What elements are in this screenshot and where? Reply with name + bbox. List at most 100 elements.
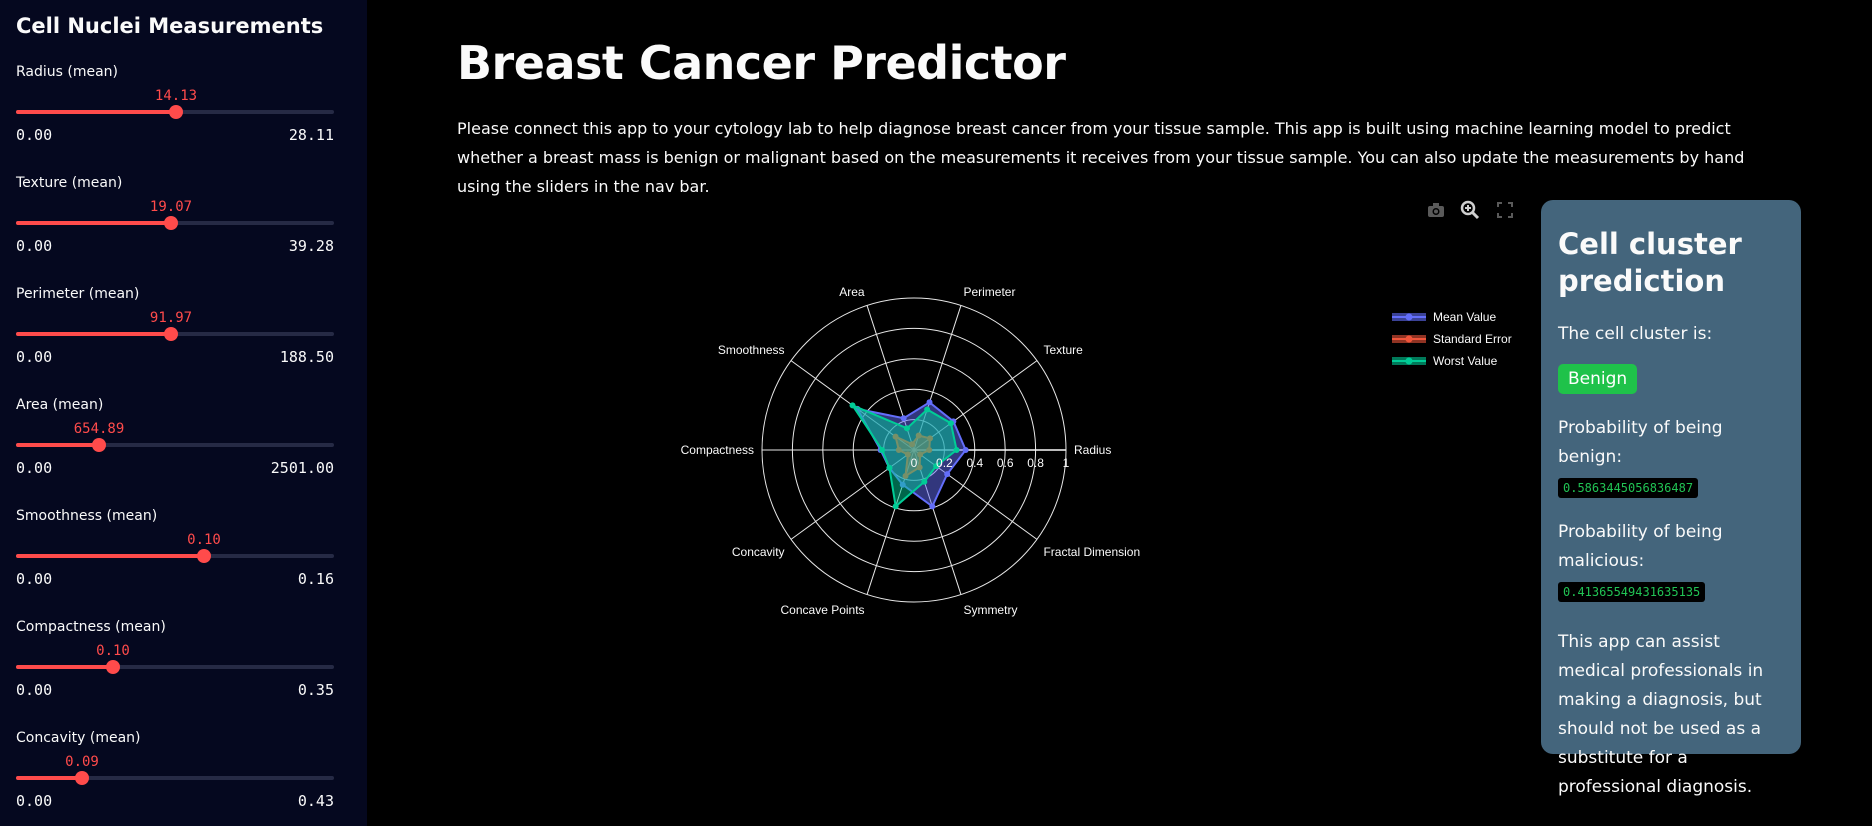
slider-fill bbox=[16, 110, 176, 114]
slider-radius[interactable]: Radius (mean) 14.13 0.00 28.11 bbox=[16, 64, 334, 164]
slider-perimeter[interactable]: Perimeter (mean) 91.97 0.00 188.50 bbox=[16, 286, 334, 386]
slider-fill bbox=[16, 332, 171, 336]
legend-label: Worst Value bbox=[1433, 354, 1498, 368]
slider-track[interactable] bbox=[16, 554, 334, 558]
page-title: Breast Cancer Predictor bbox=[457, 36, 1066, 90]
cluster-result-badge: Benign bbox=[1558, 364, 1638, 394]
slider-min: 0.00 bbox=[16, 348, 53, 366]
radial-tick-label: 0 bbox=[911, 456, 918, 470]
legend-label: Standard Error bbox=[1433, 332, 1512, 346]
radial-tick-label: 1 bbox=[1063, 456, 1070, 470]
slider-label: Texture (mean) bbox=[16, 175, 123, 191]
slider-max: 39.28 bbox=[288, 237, 334, 255]
slider-compactness[interactable]: Compactness (mean) 0.10 0.00 0.35 bbox=[16, 619, 334, 719]
category-label: Texture bbox=[1043, 343, 1083, 357]
slider-track[interactable] bbox=[16, 776, 334, 780]
legend-marker bbox=[1405, 313, 1413, 321]
sidebar: Cell Nuclei Measurements Radius (mean) 14… bbox=[0, 0, 367, 826]
category-label: Concave Points bbox=[781, 603, 865, 617]
slider-thumb[interactable] bbox=[169, 105, 183, 119]
series-point-0-9 bbox=[944, 471, 951, 478]
slider-min: 0.00 bbox=[16, 570, 53, 588]
slider-value: 19.07 bbox=[149, 199, 193, 215]
legend-label: Mean Value bbox=[1433, 310, 1496, 324]
slider-label: Area (mean) bbox=[16, 397, 104, 413]
series-point-2-5 bbox=[879, 447, 886, 453]
series-point-2-2 bbox=[924, 406, 931, 413]
series-point-2-3 bbox=[903, 425, 910, 432]
slider-thumb[interactable] bbox=[164, 216, 178, 230]
slider-max: 28.11 bbox=[288, 126, 334, 144]
category-label: Smoothness bbox=[718, 343, 785, 357]
series-point-0-2 bbox=[926, 399, 933, 406]
category-label: Area bbox=[839, 285, 865, 299]
series-point-2-0 bbox=[953, 447, 960, 453]
slider-label: Compactness (mean) bbox=[16, 619, 166, 635]
disclaimer-text: This app can assist medical professional… bbox=[1558, 632, 1764, 797]
slider-min: 0.00 bbox=[16, 126, 53, 144]
slider-max: 2501.00 bbox=[270, 459, 334, 477]
slider-label: Radius (mean) bbox=[16, 64, 119, 80]
slider-label: Perimeter (mean) bbox=[16, 286, 140, 302]
benign-probability-value: 0.5863445056836487 bbox=[1558, 478, 1699, 498]
category-label: Symmetry bbox=[963, 603, 1017, 617]
malicious-probability-label: Probability of being malicious: bbox=[1558, 522, 1723, 571]
malicious-probability-value: 0.41365549431635135 bbox=[1558, 582, 1706, 602]
radial-tick-label: 0.8 bbox=[1027, 456, 1044, 470]
radial-tick-label: 0.2 bbox=[936, 456, 953, 470]
slider-max: 0.43 bbox=[297, 792, 334, 810]
slider-value: 91.97 bbox=[149, 310, 193, 326]
legend-marker bbox=[1405, 335, 1413, 343]
slider-value: 654.89 bbox=[73, 421, 125, 437]
slider-fill bbox=[16, 665, 113, 669]
category-label: Fractal Dimension bbox=[1043, 545, 1140, 559]
slider-thumb[interactable] bbox=[197, 549, 211, 563]
series-point-0-3 bbox=[900, 415, 907, 422]
radar-chart-canvas: 0 0.2 0.4 0.6 0.8 1 Radius Texture Perimeter Area… bbox=[681, 285, 1512, 617]
series-point-2-4 bbox=[849, 402, 856, 409]
slider-value: 0.10 bbox=[187, 532, 221, 548]
slider-thumb[interactable] bbox=[75, 771, 89, 785]
slider-smoothness[interactable]: Smoothness (mean) 0.10 0.00 0.16 bbox=[16, 508, 334, 608]
cluster-label: The cell cluster is: bbox=[1558, 324, 1713, 344]
slider-min: 0.00 bbox=[16, 792, 53, 810]
slider-fill bbox=[16, 776, 82, 780]
intro-text: Please connect this app to your cytology… bbox=[457, 119, 1745, 196]
slider-track[interactable] bbox=[16, 443, 334, 447]
slider-label: Smoothness (mean) bbox=[16, 508, 158, 524]
slider-fill bbox=[16, 443, 99, 447]
slider-thumb[interactable] bbox=[92, 438, 106, 452]
slider-concavity[interactable]: Concavity (mean) 0.09 0.00 0.43 bbox=[16, 730, 334, 826]
slider-min: 0.00 bbox=[16, 237, 53, 255]
slider-track[interactable] bbox=[16, 665, 334, 669]
slider-fill bbox=[16, 554, 204, 558]
slider-texture[interactable]: Texture (mean) 19.07 0.00 39.28 bbox=[16, 175, 334, 275]
slider-min: 0.00 bbox=[16, 681, 53, 699]
slider-value: 0.10 bbox=[96, 643, 130, 659]
slider-value: 14.13 bbox=[154, 88, 198, 104]
category-label: Concavity bbox=[732, 545, 785, 559]
legend-marker bbox=[1405, 357, 1413, 365]
prediction-panel: Cell cluster prediction The cell cluster… bbox=[1541, 200, 1801, 797]
slider-fill bbox=[16, 221, 171, 225]
category-label: Radius bbox=[1074, 443, 1111, 457]
slider-area[interactable]: Area (mean) 654.89 0.00 2501.00 bbox=[16, 397, 334, 497]
slider-value: 0.09 bbox=[65, 754, 99, 770]
series-point-2-7 bbox=[892, 503, 899, 510]
slider-min: 0.00 bbox=[16, 459, 53, 477]
sidebar-title: Cell Nuclei Measurements bbox=[16, 14, 324, 38]
slider-max: 0.16 bbox=[297, 570, 334, 588]
radial-tick-label: 0.6 bbox=[997, 456, 1014, 470]
series-point-2-8 bbox=[921, 478, 928, 485]
slider-max: 188.50 bbox=[279, 348, 334, 366]
panel-title: Cell cluster prediction bbox=[1558, 227, 1742, 298]
slider-thumb[interactable] bbox=[106, 660, 120, 674]
radial-tick-label: 0.4 bbox=[966, 456, 983, 470]
slider-thumb[interactable] bbox=[164, 327, 178, 341]
series-point-2-6 bbox=[886, 464, 893, 471]
series-point-0-0 bbox=[962, 447, 969, 453]
benign-probability-label: Probability of being benign: bbox=[1558, 418, 1723, 467]
slider-label: Concavity (mean) bbox=[16, 730, 141, 746]
series-point-0-8 bbox=[929, 503, 936, 510]
radar-chart[interactable]: 0 0.2 0.4 0.6 0.8 1 Radius Texture Perimeter Area… bbox=[640, 195, 1540, 675]
